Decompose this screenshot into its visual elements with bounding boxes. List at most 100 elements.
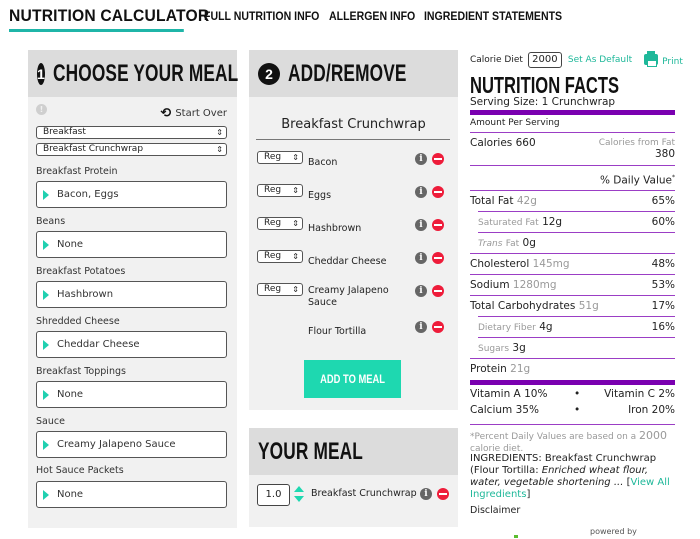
info-icon[interactable]: i bbox=[415, 186, 427, 198]
choose-meal-title: CHOOSE YOUR MEAL bbox=[52, 59, 239, 87]
start-over-label: Start Over bbox=[175, 108, 227, 119]
divider bbox=[478, 232, 675, 233]
field-label: Sauce bbox=[36, 416, 65, 427]
field-label: Breakfast Potatoes bbox=[36, 266, 126, 277]
field-value: None bbox=[57, 239, 84, 250]
add-remove-title: ADD/REMOVE bbox=[288, 59, 407, 87]
hot-sauce-packets-field[interactable]: None bbox=[36, 481, 227, 508]
nutrient-row-protein: Protein 21g bbox=[470, 363, 675, 375]
vitamins-row-2: Calcium 35% • Iron 20% bbox=[470, 404, 675, 416]
breakfast-toppings-field[interactable]: None bbox=[36, 381, 227, 408]
info-icon[interactable]: i bbox=[420, 488, 432, 500]
nutrient-pct: 16% bbox=[651, 321, 675, 333]
nutrient-label-suffix: Fat bbox=[505, 239, 520, 249]
shredded-cheese-field[interactable]: Cheddar Cheese bbox=[36, 331, 227, 358]
amount-select-cheddar-cheese[interactable]: Reg ⇕ bbox=[257, 250, 303, 263]
nutrient-row-total-fat: Total Fat 42g 65% bbox=[470, 195, 675, 207]
breakfast-protein-field[interactable]: Bacon, Eggs bbox=[36, 181, 227, 208]
remove-icon[interactable] bbox=[432, 321, 444, 333]
amount-value: Reg bbox=[264, 251, 282, 261]
amount-per-serving: Amount Per Serving bbox=[470, 118, 560, 128]
step-number-2: 2 bbox=[258, 62, 280, 85]
category-select[interactable]: Breakfast ⇕ bbox=[36, 126, 227, 139]
add-remove-header: 2 ADD/REMOVE bbox=[249, 50, 458, 97]
amount-value: Reg bbox=[264, 284, 282, 294]
beans-field[interactable]: None bbox=[36, 231, 227, 258]
select-arrows-icon: ⇕ bbox=[216, 145, 223, 154]
info-icon[interactable]: i bbox=[415, 252, 427, 264]
ingredient-name: Eggs bbox=[308, 190, 332, 201]
calories-from-fat-label: Calories from Fat bbox=[598, 138, 675, 148]
select-arrows-icon: ⇕ bbox=[292, 186, 299, 195]
print-label: Print bbox=[662, 56, 683, 67]
remove-icon[interactable] bbox=[437, 488, 449, 500]
calorie-diet-input[interactable]: 2000 bbox=[527, 52, 562, 68]
nutrient-row-sugars: Sugars 3g bbox=[470, 342, 675, 354]
field-value: Hashbrown bbox=[57, 289, 114, 300]
nutrient-amount: 21g bbox=[510, 363, 531, 375]
calories-row: Calories 660 Calories from Fat 380 bbox=[470, 137, 675, 163]
info-icon[interactable]: i bbox=[415, 321, 427, 333]
disclaimer-link[interactable]: Disclaimer bbox=[470, 505, 520, 517]
divider bbox=[470, 424, 675, 425]
amount-select-hashbrown[interactable]: Reg ⇕ bbox=[257, 217, 303, 230]
field-label: Shredded Cheese bbox=[36, 316, 120, 327]
quantity-input[interactable]: 1.0 bbox=[257, 484, 290, 506]
top-nav: NUTRITION CALCULATOR bbox=[9, 6, 209, 32]
start-over-button[interactable]: ⟲ Start Over bbox=[160, 106, 227, 121]
divider bbox=[478, 316, 675, 317]
stepper-down-icon[interactable] bbox=[294, 496, 304, 502]
sauce-field[interactable]: Creamy Jalapeno Sauce bbox=[36, 431, 227, 458]
nav-nutrition-calculator[interactable]: NUTRITION CALCULATOR bbox=[9, 6, 209, 32]
ingredients-statement: INGREDIENTS: Breakfast Crunchwrap (Flour… bbox=[470, 453, 670, 500]
field-label: Breakfast Toppings bbox=[36, 366, 126, 377]
nutrition-facts-title: NUTRITION FACTS bbox=[470, 72, 620, 98]
remove-icon[interactable] bbox=[432, 186, 444, 198]
nutrient-pct: 60% bbox=[651, 216, 675, 228]
serving-size: Serving Size: 1 Crunchwrap bbox=[470, 96, 616, 108]
expand-triangle-icon bbox=[43, 439, 49, 450]
remove-icon[interactable] bbox=[432, 219, 444, 231]
vitamin-c: Vitamin C 2% bbox=[604, 388, 675, 400]
nutrient-label: Sodium bbox=[470, 279, 510, 291]
ingredient-name: Hashbrown bbox=[308, 223, 362, 234]
info-icon[interactable]: i bbox=[415, 153, 427, 165]
nav-allergen-info[interactable]: ALLERGEN INFO bbox=[329, 9, 415, 23]
remove-icon[interactable] bbox=[432, 285, 444, 297]
nutrient-pct: 65% bbox=[651, 195, 675, 207]
item-select[interactable]: Breakfast Crunchwrap ⇕ bbox=[36, 143, 227, 156]
set-as-default-link[interactable]: Set As Default bbox=[568, 55, 632, 65]
nutrient-row-cholesterol: Cholesterol 145mg 48% bbox=[470, 258, 675, 270]
category-select-value: Breakfast bbox=[43, 127, 86, 137]
stepper-up-icon[interactable] bbox=[294, 486, 304, 492]
nav-full-nutrition-info[interactable]: FULL NUTRITION INFO bbox=[204, 9, 319, 23]
vitamins-row-1: Vitamin A 10% • Vitamin C 2% bbox=[470, 388, 675, 400]
nutrient-amount: 4g bbox=[539, 321, 553, 333]
nav-ingredient-statements[interactable]: INGREDIENT STATEMENTS bbox=[424, 9, 562, 23]
vitamin-a: Vitamin A 10% bbox=[470, 388, 548, 400]
select-arrows-icon: ⇕ bbox=[216, 128, 223, 137]
divider bbox=[470, 253, 675, 254]
powered-by-label: powered by bbox=[590, 527, 637, 536]
print-button[interactable]: Print bbox=[644, 50, 683, 67]
add-to-meal-button[interactable]: ADD TO MEAL bbox=[304, 360, 401, 398]
remove-icon[interactable] bbox=[432, 153, 444, 165]
select-arrows-icon: ⇕ bbox=[292, 153, 299, 162]
quantity-stepper[interactable] bbox=[294, 486, 304, 504]
expand-triangle-icon bbox=[43, 389, 49, 400]
nutrient-label: Saturated Fat bbox=[478, 218, 539, 228]
expand-triangle-icon bbox=[43, 489, 49, 500]
breakfast-potatoes-field[interactable]: Hashbrown bbox=[36, 281, 227, 308]
amount-select-bacon[interactable]: Reg ⇕ bbox=[257, 151, 303, 164]
info-icon[interactable]: i bbox=[415, 285, 427, 297]
amount-select-creamy-jalapeno-sauce[interactable]: Reg ⇕ bbox=[257, 283, 303, 296]
select-arrows-icon: ⇕ bbox=[292, 252, 299, 261]
nutrient-amount: 42g bbox=[516, 195, 537, 207]
amount-select-eggs[interactable]: Reg ⇕ bbox=[257, 184, 303, 197]
nutrient-pct: 17% bbox=[651, 300, 675, 312]
info-icon[interactable]: i bbox=[415, 219, 427, 231]
divider bbox=[470, 295, 675, 296]
remove-icon[interactable] bbox=[432, 252, 444, 264]
amount-value: Reg bbox=[264, 218, 282, 228]
field-value: Creamy Jalapeno Sauce bbox=[57, 439, 176, 450]
